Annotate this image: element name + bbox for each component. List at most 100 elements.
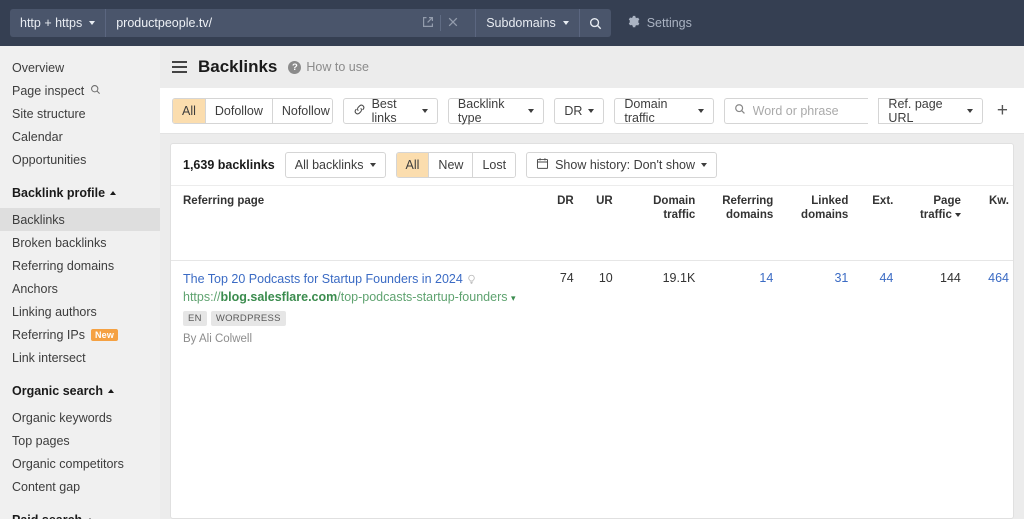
url-path: /top-podcasts-startup-founders [337,290,508,305]
sidebar-item-link-intersect[interactable]: Link intersect [0,346,160,369]
sidebar-group-organic-search[interactable]: Organic search [0,376,160,406]
cell-dr: 74 [538,260,578,518]
how-to-use-link[interactable]: ? How to use [288,60,369,74]
sidebar-group-label: Backlink profile [12,186,106,200]
url-input[interactable]: productpeople.tv/ [105,9,476,37]
col-page-traffic[interactable]: Page traffic [897,186,965,261]
url-domain: blog.salesflare.com [220,290,338,305]
sidebar-item-page-inspect[interactable]: Page inspect [0,79,160,102]
best-links-filter[interactable]: Best links [342,96,438,125]
results-card: 1,639 backlinks All backlinks All New Lo… [170,143,1014,519]
sidebar-item-referring-ips[interactable]: Referring IPs New [0,323,160,346]
sidebar-item-calendar[interactable]: Calendar [0,125,160,148]
filter-all-label: All [182,103,196,118]
lightbulb-icon [466,273,477,290]
cell-domain-traffic: 19.1K [616,260,700,518]
results-toolbar: 1,639 backlinks All backlinks All New Lo… [171,144,1013,186]
all-backlinks-selector[interactable]: All backlinks [284,151,386,178]
sidebar-item-label: Organic keywords [12,410,113,425]
backlink-type-label: Backlink type [457,96,505,125]
sidebar-item-label: Linking authors [12,304,97,319]
col-referring-domains[interactable]: Referring domains [699,186,778,261]
sidebar-item-organic-keywords[interactable]: Organic keywords [0,406,160,429]
protocol-selector[interactable]: http + https [10,9,106,37]
scope-label: Subdomains [486,16,556,30]
referring-page-cell: The Top 20 Podcasts for Startup Founders… [171,260,539,518]
cell-referring-domains[interactable]: 14 [699,260,778,518]
domain-traffic-filter[interactable]: Domain traffic [614,96,714,125]
referring-page-title-text: The Top 20 Podcasts for Startup Founders… [183,271,463,286]
col-ext[interactable]: Ext. [852,186,898,261]
cell-ext[interactable]: 44 [852,260,898,518]
sidebar-item-overview[interactable]: Overview [0,56,160,79]
backlink-type-filter[interactable]: Backlink type [447,96,545,125]
sidebar-item-linking-authors[interactable]: Linking authors [0,300,160,323]
filter-all[interactable]: All [173,98,206,123]
all-backlinks-label: All backlinks [294,157,364,172]
sidebar-item-content-gap[interactable]: Content gap [0,475,160,498]
chevron-up-icon [110,191,117,195]
sidebar-item-organic-competitors[interactable]: Organic competitors [0,452,160,475]
backlinks-table: Referring page DR UR Domain traffic Refe… [171,186,1013,518]
col-kw[interactable]: Kw. [964,186,1013,261]
search-button[interactable] [578,9,611,37]
url-value: productpeople.tv/ [116,16,213,30]
search-input[interactable] [752,103,860,118]
cell-kw[interactable]: 464 [964,260,1013,518]
sidebar: Overview Page inspect Site structure Cal… [0,46,160,519]
best-links-label: Best links [371,96,397,125]
add-filter-button[interactable]: + [993,101,1012,120]
new-badge: New [90,328,119,341]
filter-nofollow[interactable]: Nofollow [272,98,332,123]
show-history-selector[interactable]: Show history: Don't show [526,151,718,178]
state-all[interactable]: All [396,152,430,177]
close-icon[interactable] [441,16,465,31]
table-header-row: Referring page DR UR Domain traffic Refe… [171,186,1013,261]
chevron-down-icon[interactable]: ▾ [511,293,516,303]
state-new[interactable]: New [429,152,474,177]
external-link-icon[interactable] [416,16,440,31]
col-linked-domains[interactable]: Linked domains [777,186,853,261]
app-body: Overview Page inspect Site structure Cal… [0,46,1024,519]
col-dr[interactable]: DR [538,186,578,261]
state-lost[interactable]: Lost [473,152,516,177]
ref-page-url-filter[interactable]: Ref. page URL [878,96,983,125]
chevron-up-icon [108,389,115,393]
sidebar-item-label: Site structure [12,106,86,121]
sidebar-item-site-structure[interactable]: Site structure [0,102,160,125]
calendar-icon [536,157,549,173]
ref-page-url-label: Ref. page URL [888,96,943,125]
chevron-down-icon [421,108,428,113]
col-domain-traffic[interactable]: Domain traffic [616,186,700,261]
sidebar-item-label: Calendar [12,129,63,144]
settings-button[interactable]: Settings [627,15,692,31]
help-icon: ? [288,60,302,74]
chevron-down-icon [562,21,569,25]
sidebar-item-label: Opportunities [12,152,87,167]
domain-traffic-label: Domain traffic [624,96,668,125]
sidebar-item-anchors[interactable]: Anchors [0,277,160,300]
sidebar-group-paid-search[interactable]: Paid search [0,505,160,519]
page-header: Backlinks ? How to use [160,46,1024,88]
referring-page-url[interactable]: https://blog.salesflare.com/top-podcasts… [183,289,535,306]
sidebar-item-label: Top pages [12,433,70,448]
cell-linked-domains[interactable]: 31 [777,260,853,518]
filter-dofollow[interactable]: Dofollow [205,98,273,123]
ahrefs-backlinks-app: http + https productpeople.tv/ Subdomain… [0,0,1024,519]
sidebar-item-backlinks[interactable]: Backlinks [0,208,160,231]
sidebar-item-label: Referring domains [12,258,115,273]
search-field-wrap[interactable] [723,97,869,124]
col-referring-page[interactable]: Referring page [171,186,539,261]
page-title: Backlinks [198,57,278,76]
sidebar-item-opportunities[interactable]: Opportunities [0,148,160,171]
menu-toggle-icon[interactable] [172,61,187,73]
col-ur[interactable]: UR [577,186,617,261]
sidebar-item-broken-backlinks[interactable]: Broken backlinks [0,231,160,254]
sidebar-item-label: Content gap [12,479,81,494]
sidebar-item-referring-domains[interactable]: Referring domains [0,254,160,277]
dr-filter[interactable]: DR [554,97,605,124]
sidebar-item-top-pages[interactable]: Top pages [0,429,160,452]
sidebar-group-backlink-profile[interactable]: Backlink profile [0,178,160,208]
referring-page-title[interactable]: The Top 20 Podcasts for Startup Founders… [183,271,535,290]
scope-selector[interactable]: Subdomains [475,9,579,37]
